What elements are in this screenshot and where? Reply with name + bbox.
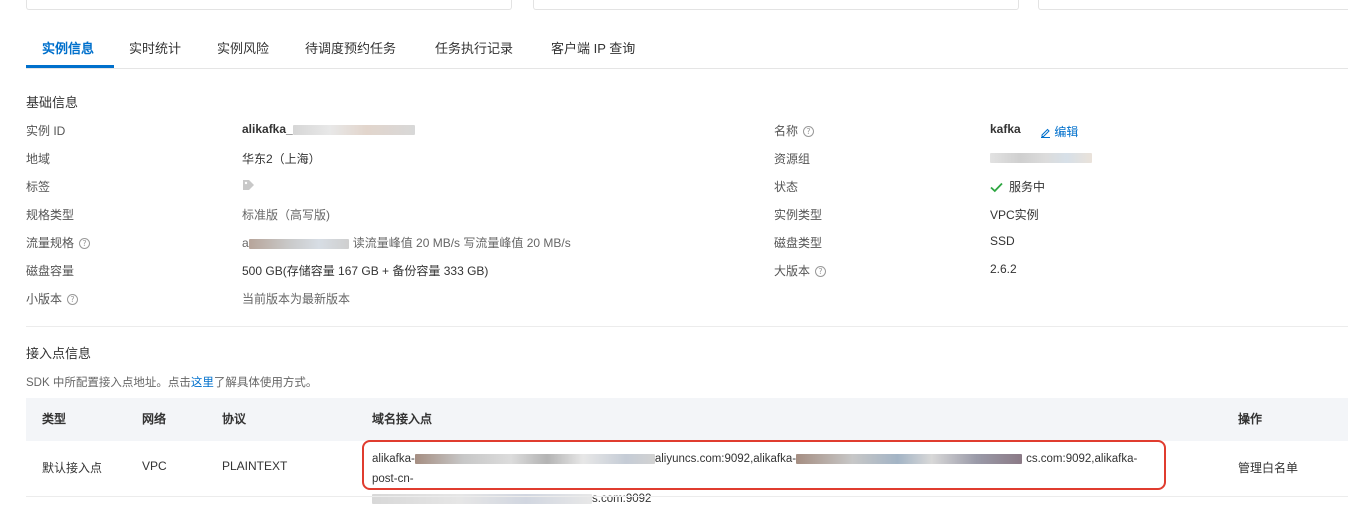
tab-pending-tasks[interactable]: 待调度预约任务 — [305, 30, 396, 68]
label-major-version: 大版本? — [774, 262, 827, 279]
label-minor-version: 小版本? — [26, 290, 79, 307]
row-divider — [26, 496, 1348, 497]
highlight-box — [362, 440, 1166, 490]
tab-realtime-stats[interactable]: 实时统计 — [129, 30, 181, 68]
tab-task-records[interactable]: 任务执行记录 — [435, 30, 513, 68]
label-status: 状态 — [774, 180, 799, 194]
active-tab-indicator — [26, 65, 114, 68]
value-resource-group — [990, 150, 1092, 164]
label-name: 名称? — [774, 122, 815, 139]
value-spec-type: 标准版（高写版) — [242, 208, 330, 222]
column-header-protocol: 协议 — [222, 412, 247, 426]
column-header-endpoint: 域名接入点 — [372, 412, 433, 426]
tab-client-ip-query[interactable]: 客户端 IP 查询 — [551, 30, 635, 68]
value-major-version: 2.6.2 — [990, 262, 1017, 276]
cell-type: 默认接入点 — [42, 461, 103, 475]
label-disk-capacity: 磁盘容量 — [26, 264, 75, 278]
help-icon[interactable]: ? — [815, 266, 827, 278]
help-icon[interactable]: ? — [67, 294, 79, 306]
label-resource-group: 资源组 — [774, 152, 811, 166]
manage-whitelist-link[interactable]: 管理白名单 — [1238, 459, 1298, 476]
value-status: 服务中 — [990, 178, 1045, 195]
column-header-network: 网络 — [142, 412, 167, 426]
endpoint-description: SDK 中所配置接入点地址。点击这里了解具体使用方式。 — [26, 377, 318, 389]
redacted-block — [292, 124, 415, 135]
top-card-2 — [533, 0, 1019, 10]
label-flow-spec: 流量规格? — [26, 234, 91, 251]
cell-network: VPC — [142, 459, 167, 473]
table-header: 类型 网络 协议 域名接入点 操作 — [26, 398, 1348, 441]
help-icon[interactable]: ? — [803, 126, 815, 138]
value-minor-version: 当前版本为最新版本 — [242, 292, 351, 306]
label-spec-type: 规格类型 — [26, 208, 75, 222]
value-disk-capacity: 500 GB(存储容量 167 GB + 备份容量 333 GB) — [242, 264, 489, 278]
top-card-3 — [1038, 0, 1348, 10]
basic-info-title: 基础信息 — [26, 95, 79, 110]
value-disk-type: SSD — [990, 234, 1015, 248]
label-tags: 标签 — [26, 180, 51, 194]
column-header-type: 类型 — [42, 412, 67, 426]
edit-icon — [1041, 129, 1050, 139]
label-instance-id: 实例 ID — [26, 124, 66, 138]
help-link[interactable]: 这里 — [191, 377, 214, 389]
value-region: 华东2（上海） — [242, 152, 321, 166]
tag-icon[interactable] — [242, 179, 255, 194]
column-header-action: 操作 — [1238, 412, 1263, 426]
cell-protocol: PLAINTEXT — [222, 459, 288, 473]
value-instance-type: VPC实例 — [990, 208, 1039, 222]
value-flow-spec: a 读流量峰值 20 MB/s 写流量峰值 20 MB/s — [242, 236, 571, 250]
tab-instance-info[interactable]: 实例信息 — [42, 30, 94, 68]
value-name: kafka — [990, 122, 1021, 136]
section-divider — [26, 326, 1348, 327]
endpoint-info-title: 接入点信息 — [26, 346, 92, 361]
redacted-block — [990, 152, 1092, 163]
top-card-1 — [26, 0, 512, 10]
tab-bar: 实例信息 实时统计 实例风险 待调度预约任务 任务执行记录 客户端 IP 查询 — [26, 30, 1348, 69]
redacted-block — [248, 238, 349, 249]
check-icon — [990, 183, 1003, 193]
edit-name-button[interactable]: 编辑 — [1040, 123, 1078, 140]
label-disk-type: 磁盘类型 — [774, 236, 823, 250]
value-instance-id: alikafka_ — [242, 122, 415, 136]
label-region: 地域 — [26, 152, 51, 166]
label-instance-type: 实例类型 — [774, 208, 823, 222]
help-icon[interactable]: ? — [79, 238, 91, 250]
tab-instance-risk[interactable]: 实例风险 — [217, 30, 269, 68]
